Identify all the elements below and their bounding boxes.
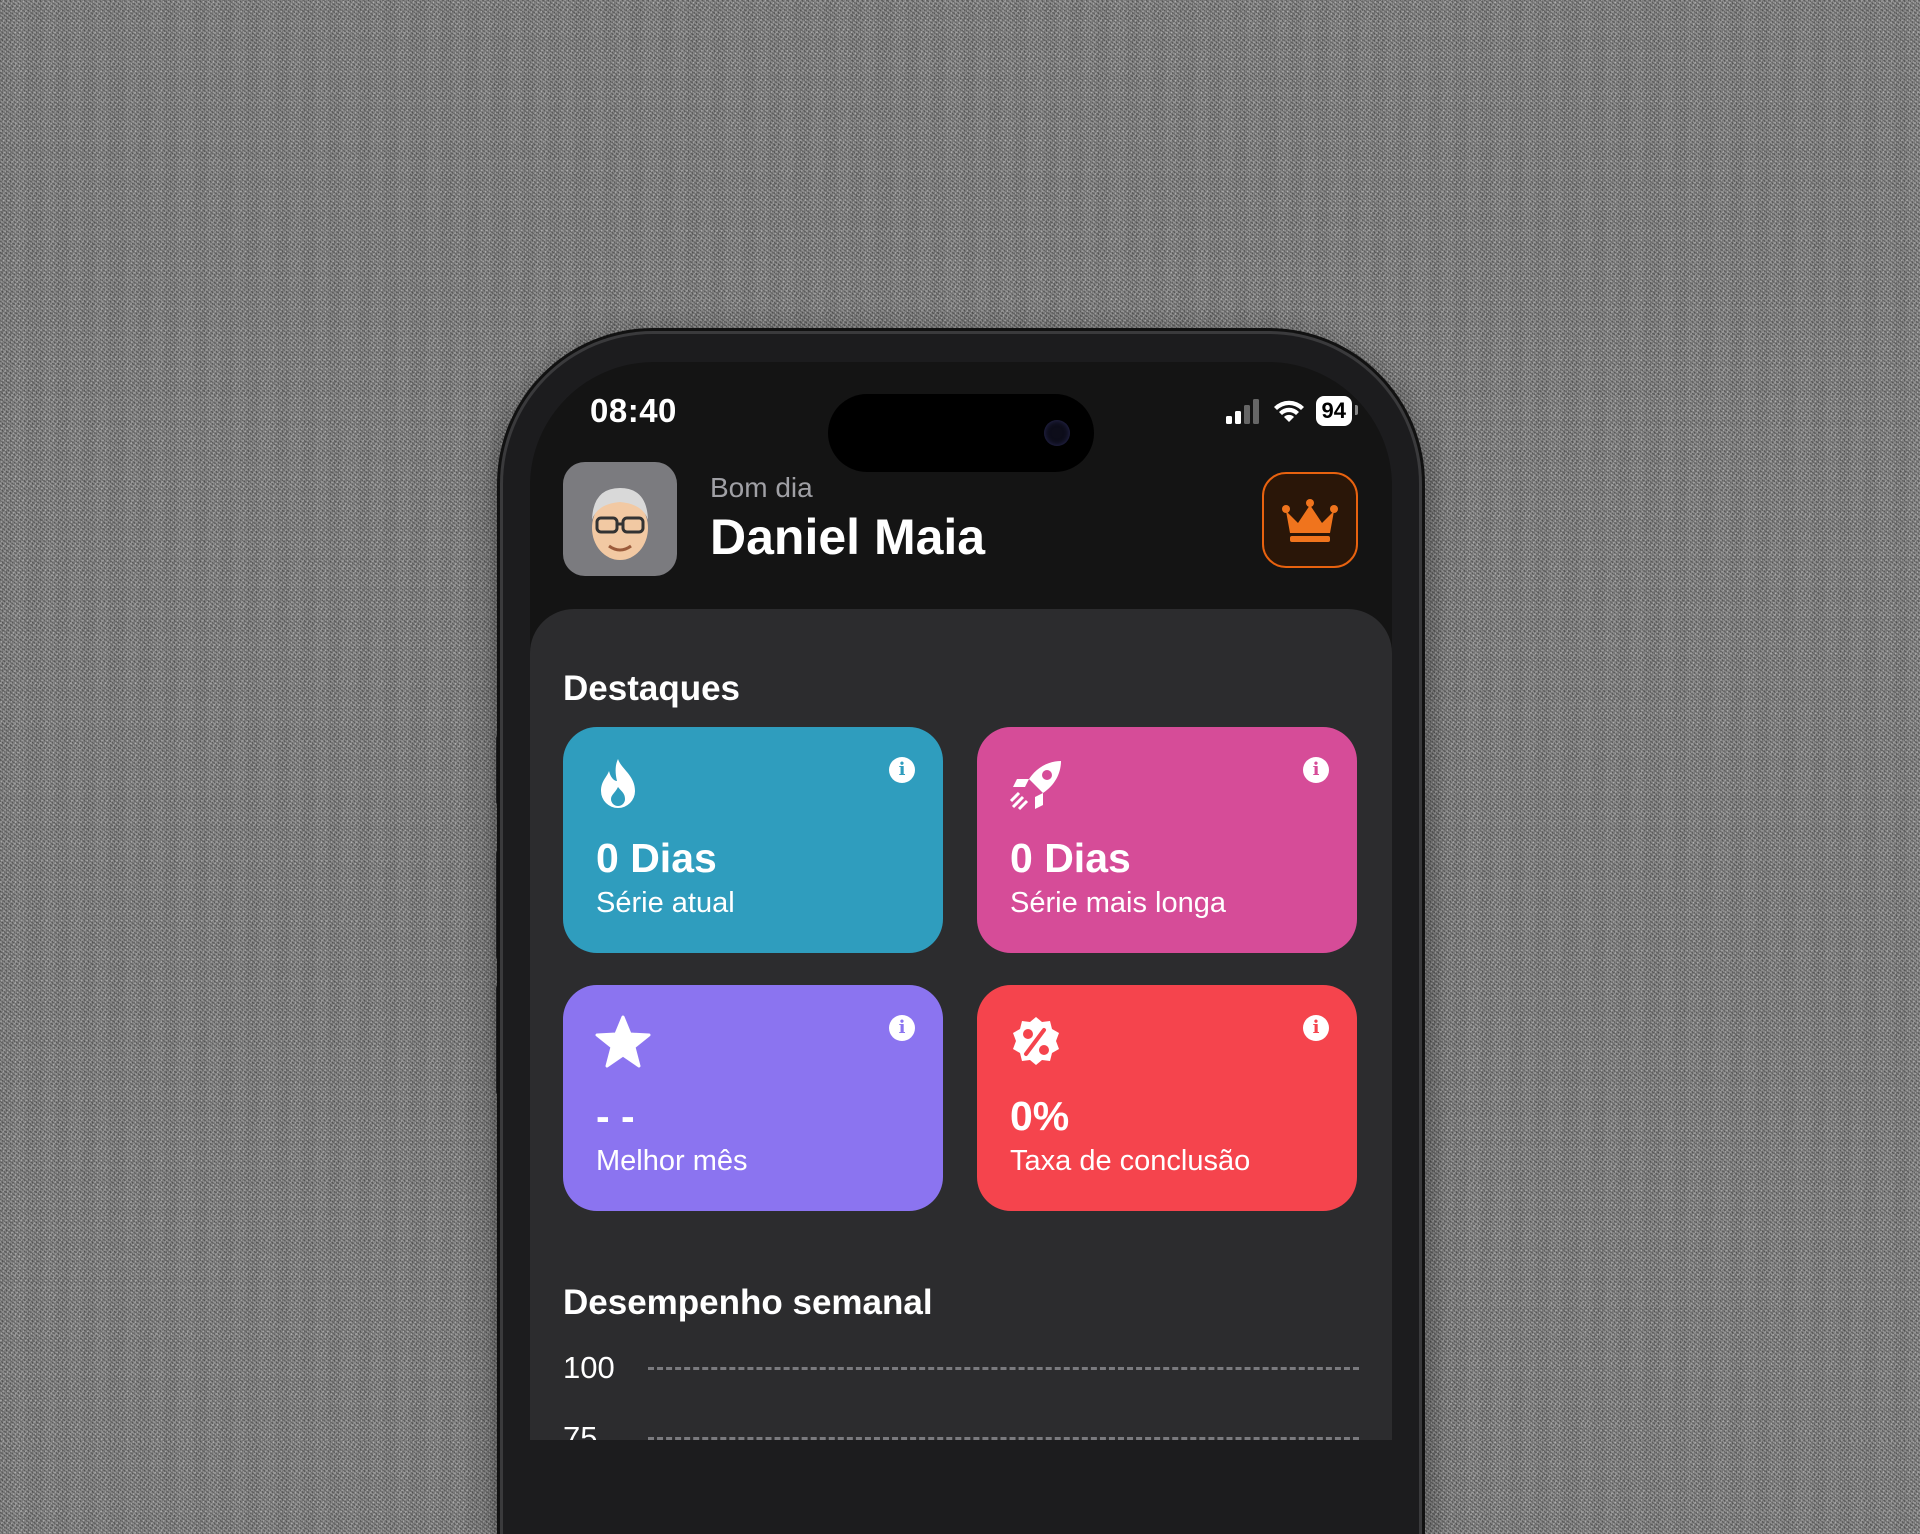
info-icon[interactable]: i bbox=[1303, 757, 1329, 783]
dynamic-island bbox=[828, 394, 1094, 472]
card-value: - - bbox=[596, 1093, 635, 1139]
star-icon bbox=[595, 1015, 651, 1074]
y-tick-label: 100 bbox=[563, 1350, 615, 1385]
user-name: Daniel Maia bbox=[710, 509, 986, 565]
memoji-avatar-icon bbox=[592, 488, 648, 560]
status-icons: 94 bbox=[1225, 396, 1359, 426]
y-tick-label: 75 bbox=[563, 1420, 598, 1440]
crown-icon bbox=[1282, 499, 1338, 542]
card-best-month[interactable]: i - - Melhor mês bbox=[563, 985, 943, 1211]
card-longest-streak[interactable]: i 0 Dias Série mais longa bbox=[977, 727, 1357, 953]
card-value: 0 Dias bbox=[596, 835, 717, 881]
content-sheet: Destaques i 0 Dias Série atual i 0 Dias … bbox=[530, 609, 1392, 1440]
card-label: Melhor mês bbox=[596, 1145, 748, 1177]
fire-icon bbox=[595, 757, 641, 816]
status-time: 08:40 bbox=[590, 392, 677, 429]
card-label: Série mais longa bbox=[1010, 887, 1226, 919]
card-label: Taxa de conclusão bbox=[1010, 1145, 1251, 1177]
camera-icon bbox=[1044, 420, 1070, 446]
rocket-icon bbox=[1009, 757, 1065, 818]
card-label: Série atual bbox=[596, 887, 735, 919]
info-icon[interactable]: i bbox=[1303, 1015, 1329, 1041]
app-screen: 08:40 94 Bom dia Daniel Maia Destaques i… bbox=[530, 362, 1392, 1440]
card-value: 0 Dias bbox=[1010, 835, 1131, 881]
weekly-performance-title: Desempenho semanal bbox=[563, 1283, 933, 1322]
percent-badge-icon bbox=[1009, 1015, 1063, 1074]
info-icon[interactable]: i bbox=[889, 757, 915, 783]
greeting-text: Bom dia bbox=[710, 472, 813, 503]
premium-button[interactable] bbox=[1262, 472, 1358, 568]
card-value: 0% bbox=[1010, 1093, 1070, 1139]
avatar[interactable] bbox=[563, 462, 677, 576]
card-completion-rate[interactable]: i 0% Taxa de conclusão bbox=[977, 985, 1357, 1211]
card-current-streak[interactable]: i 0 Dias Série atual bbox=[563, 727, 943, 953]
cellular-signal-icon bbox=[1225, 399, 1259, 424]
highlights-title: Destaques bbox=[563, 669, 741, 708]
gridline bbox=[648, 1367, 1359, 1370]
info-icon[interactable]: i bbox=[889, 1015, 915, 1041]
wifi-icon bbox=[1273, 400, 1304, 422]
battery-indicator: 94 bbox=[1315, 396, 1359, 426]
